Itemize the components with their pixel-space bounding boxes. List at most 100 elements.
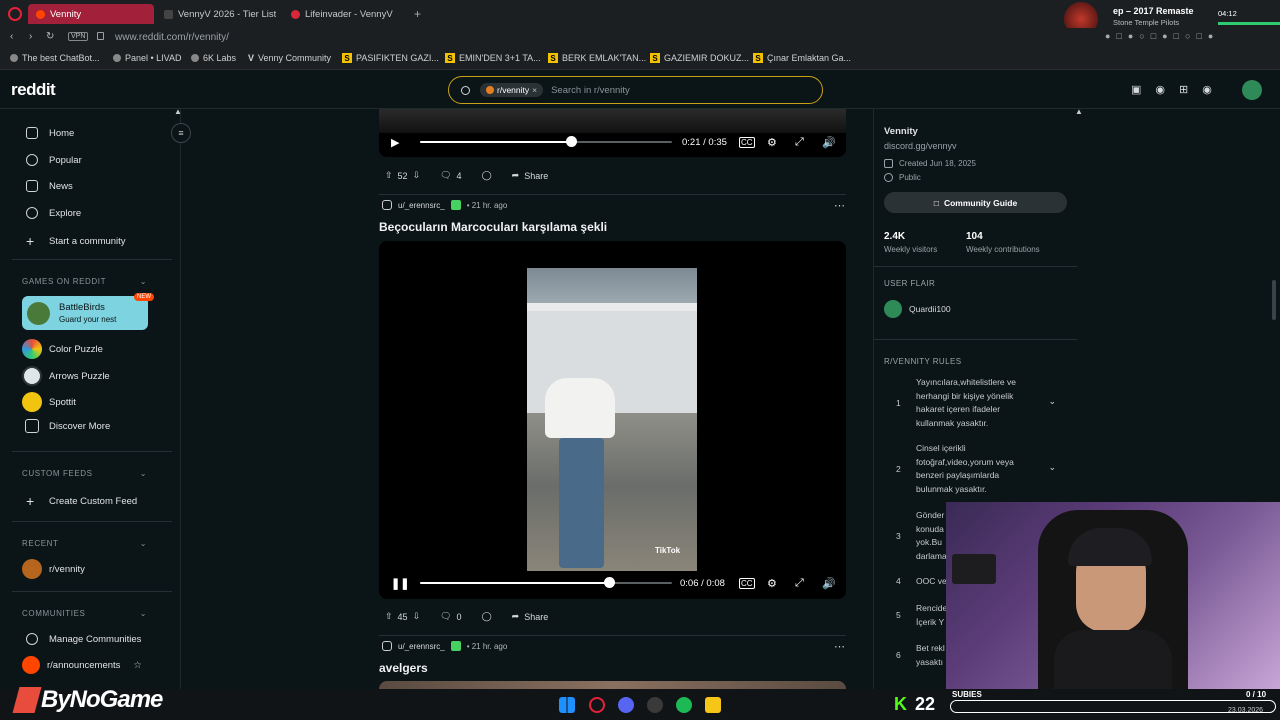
notifications-icon[interactable]: ◉	[1202, 83, 1212, 96]
post-media-preview[interactable]	[379, 681, 846, 689]
scroll-up-icon[interactable]: ▲	[174, 107, 182, 116]
sidebar-item-home[interactable]: Home	[26, 127, 74, 139]
media-progress-bar[interactable]	[1218, 22, 1280, 25]
sidebar-item-news[interactable]: News	[26, 180, 73, 192]
battlebirds-card[interactable]: BattleBirds Guard your nest NEW	[22, 293, 154, 330]
extensions-icons[interactable]: ●□●○□●□○□●	[1105, 31, 1219, 41]
create-custom-feed[interactable]: + Create Custom Feed	[26, 493, 137, 509]
new-tab-icon[interactable]: +	[414, 7, 421, 21]
reload-icon[interactable]: ↻	[46, 31, 54, 42]
post-author[interactable]: u/_erennsrc_	[398, 642, 445, 651]
manage-communities[interactable]: Manage Communities	[26, 633, 141, 645]
post-author[interactable]: u/_erennsrc_	[398, 201, 445, 210]
captions-icon[interactable]: CC	[739, 577, 755, 589]
settings-icon[interactable]: ⚙	[767, 136, 777, 149]
bookmark-pasifikten[interactable]: S PASIFIKTEN GAZI...	[342, 53, 439, 63]
forward-icon[interactable]: ›	[29, 31, 32, 42]
close-icon[interactable]: ×	[532, 85, 537, 95]
games-section-header[interactable]: GAMES ON REDDIT ⌄	[22, 277, 147, 286]
game-arrows-puzzle[interactable]: Arrows Puzzle	[22, 366, 110, 386]
file-explorer-icon[interactable]	[705, 697, 721, 713]
discover-more[interactable]: Discover More	[22, 419, 110, 433]
volume-icon[interactable]: 🔊	[822, 577, 836, 590]
post-options-icon[interactable]: ⋯	[834, 640, 845, 653]
tab-tier-list[interactable]: VennyV 2026 - Tier List |	[156, 4, 276, 24]
back-icon[interactable]: ‹	[10, 31, 13, 42]
bookmark-venny-community[interactable]: V Venny Community	[248, 53, 331, 63]
bookmark-berk-emlak[interactable]: S BERK EMLAK'TAN...	[548, 53, 646, 63]
post-title[interactable]: Beçocuların Marcocuları karşılama şekli	[379, 220, 607, 234]
comments-button[interactable]: 🗨 4	[434, 167, 467, 184]
nav-label: News	[49, 180, 73, 192]
share-button[interactable]: ➦ Share	[506, 608, 555, 625]
create-post-icon[interactable]: ⊞	[1179, 83, 1188, 96]
spotify-taskbar-icon[interactable]	[676, 697, 692, 713]
bookmark-chatbot[interactable]: The best ChatBot...	[10, 53, 100, 63]
rule-item[interactable]: 2 Cinsel içerikli fotoğraf,video,yorum ve…	[896, 442, 1056, 498]
sidebar-item-popular[interactable]: Popular	[26, 154, 82, 166]
upvote-icon[interactable]: ⇧	[385, 170, 393, 181]
seek-handle[interactable]	[566, 136, 578, 147]
fullscreen-icon[interactable]: ⤢	[795, 136, 804, 149]
tab-vennity[interactable]: Vennity	[28, 4, 154, 24]
award-button[interactable]: ◯	[476, 608, 498, 625]
sidebar-item-explore[interactable]: Explore	[26, 207, 81, 219]
flair-row[interactable]: Quardii100	[884, 300, 951, 318]
recent-vennity[interactable]: r/vennity	[22, 559, 85, 579]
bookmark-6klabs[interactable]: 6K Labs	[191, 53, 236, 63]
tab-lifeinvader[interactable]: Lifeinvader - VennyV	[283, 4, 403, 24]
discord-taskbar-icon[interactable]	[618, 697, 634, 713]
url-text[interactable]: www.reddit.com/r/vennity/	[115, 32, 229, 43]
fullscreen-icon[interactable]: ⤢	[795, 577, 804, 590]
scroll-up-icon[interactable]: ▲	[1075, 107, 1083, 116]
recent-header[interactable]: RECENT ⌄	[22, 539, 147, 548]
bookmark-label: Venny Community	[258, 53, 332, 63]
user-avatar-icon[interactable]	[382, 641, 392, 651]
award-button[interactable]: ◯	[476, 167, 498, 184]
bookmark-eminden[interactable]: S EMIN'DEN 3+1 TA...	[445, 53, 541, 63]
video-player[interactable]: ▶ 0:21 / 0:35 CC ⚙ ⤢ 🔊	[379, 109, 846, 157]
bookmark-gaziemir[interactable]: S GAZIEMIR DOKUZ...	[650, 53, 749, 63]
downvote-icon[interactable]: ⇩	[413, 611, 421, 622]
ads-icon[interactable]: ▣	[1131, 83, 1141, 96]
star-icon[interactable]: ☆	[133, 660, 142, 671]
share-button[interactable]: ➦ Share	[506, 167, 555, 184]
community-guide-button[interactable]: □ Community Guide	[884, 192, 1067, 213]
communities-header[interactable]: COMMUNITIES ⌄	[22, 609, 147, 618]
windows-start-icon[interactable]	[559, 697, 575, 713]
user-avatar-icon[interactable]	[382, 200, 392, 210]
comments-button[interactable]: 🗨 0	[434, 608, 467, 625]
custom-feeds-header[interactable]: CUSTOM FEEDS ⌄	[22, 469, 147, 478]
game-color-puzzle[interactable]: Color Puzzle	[22, 339, 103, 359]
page-scrollbar[interactable]	[1272, 280, 1276, 320]
play-icon[interactable]: ▶	[391, 136, 399, 149]
downvote-icon[interactable]: ⇩	[413, 170, 421, 181]
chat-icon[interactable]: ◉	[1155, 83, 1165, 96]
captions-icon[interactable]: CC	[739, 136, 755, 148]
search-community-chip[interactable]: r/vennity ×	[480, 83, 544, 97]
video-player[interactable]: TikTok ❚❚ 0:06 / 0:08 CC ⚙ ⤢ 🔊	[379, 241, 846, 599]
sidebar-item-start-community[interactable]: + Start a community	[26, 233, 126, 249]
reddit-logo[interactable]: reddit	[11, 80, 56, 100]
collapse-sidebar-icon[interactable]: ≡	[171, 123, 191, 143]
bookmark-label: The best ChatBot...	[22, 53, 100, 63]
opera-logo-icon[interactable]	[8, 7, 22, 21]
volume-icon[interactable]: 🔊	[822, 136, 836, 149]
opera-taskbar-icon[interactable]	[589, 697, 605, 713]
post-options-icon[interactable]: ⋯	[834, 199, 845, 212]
settings-icon[interactable]: ⚙	[767, 577, 777, 590]
app-taskbar-icon[interactable]	[647, 697, 663, 713]
pause-icon[interactable]: ❚❚	[391, 577, 409, 590]
game-spottit[interactable]: Spottit	[22, 392, 76, 412]
seek-handle[interactable]	[604, 577, 615, 588]
search-input[interactable]: r/vennity × Search in r/vennity	[448, 76, 823, 104]
community-link[interactable]: discord.gg/vennyv	[884, 141, 957, 151]
bookmark-panel[interactable]: Panel • LIVAD	[113, 53, 182, 63]
user-avatar[interactable]	[1242, 80, 1262, 100]
vpn-badge[interactable]: VPN	[68, 32, 89, 41]
post-title[interactable]: avelgers	[379, 661, 428, 675]
bookmark-cinar[interactable]: S Çınar Emlaktan Ga...	[753, 53, 851, 63]
rule-item[interactable]: 1 Yayıncılara,whitelistlere ve herhangi b…	[896, 376, 1056, 432]
community-announcements[interactable]: r/announcements ☆	[22, 656, 142, 674]
upvote-icon[interactable]: ⇧	[385, 611, 393, 622]
